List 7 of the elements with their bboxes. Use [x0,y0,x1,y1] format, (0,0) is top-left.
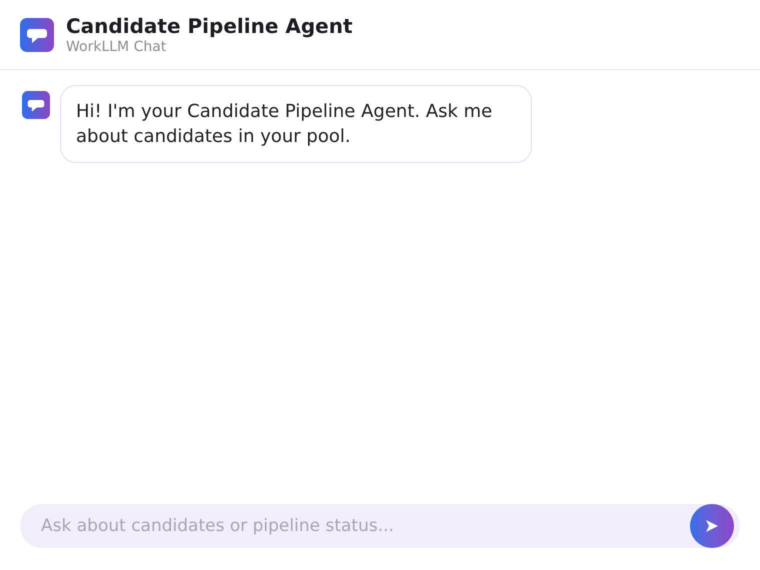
app-subtitle: WorkLLM Chat [66,38,168,56]
message-input[interactable]: Ask about candidates or pipeline status... [20,504,740,548]
chat-logo-icon [20,18,54,52]
agent-avatar-icon [22,91,50,119]
send-icon [705,519,719,533]
message-bubble: Hi! I'm your Candidate Pipeline Agent. Ask me about candidates in your pool. [60,85,532,163]
agent-title: Candidate Pipeline Agent [66,14,353,38]
